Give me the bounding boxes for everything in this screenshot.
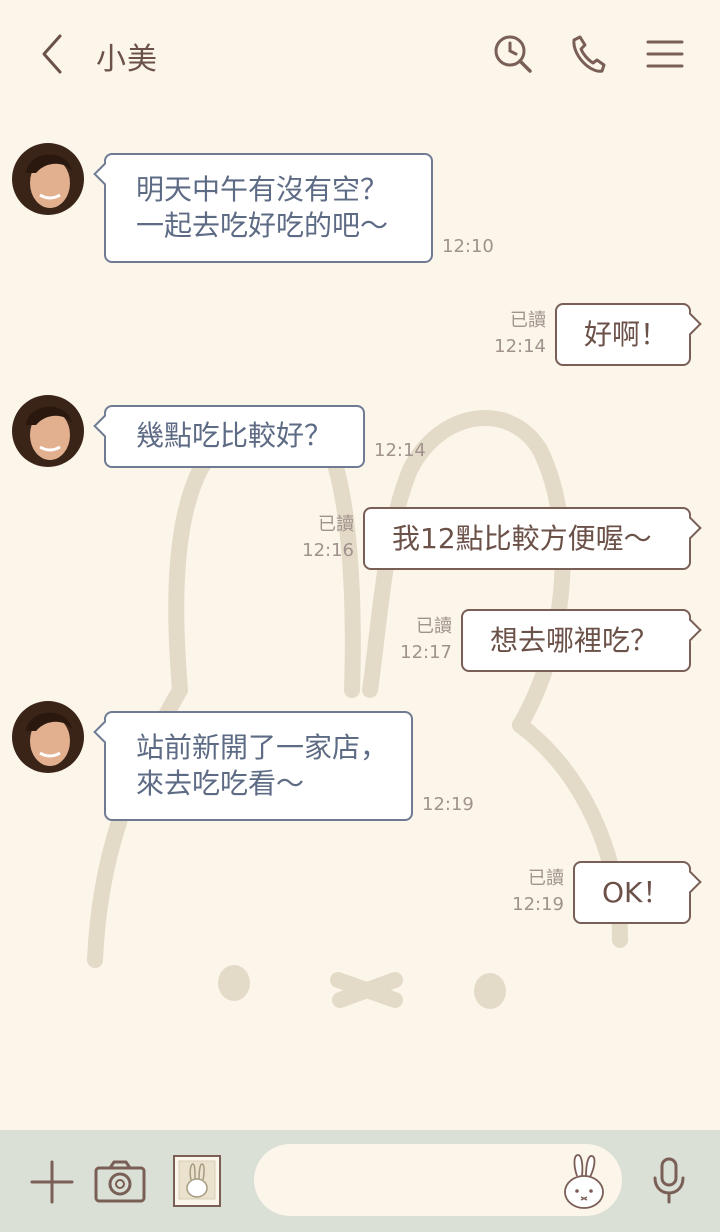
message-meta: 已讀 12:14	[490, 308, 546, 360]
message-bubble-outgoing[interactable]: 想去哪裡吃？	[461, 609, 702, 672]
message-time: 12:19	[512, 894, 564, 915]
message-text: 站前新開了一家店， 來去吃吃看〜	[136, 731, 389, 800]
message-meta: 已讀 12:16	[298, 512, 354, 564]
read-receipt: 已讀	[528, 868, 564, 889]
message-bubble-outgoing[interactable]: 我12點比較方便喔〜	[363, 507, 702, 570]
message-time: 12:17	[400, 642, 452, 663]
phone-icon[interactable]	[566, 30, 610, 78]
message-text: 明天中午有沒有空？ 一起去吃好吃的吧〜	[136, 173, 389, 242]
chat-header: 小美	[0, 0, 720, 110]
microphone-icon[interactable]	[650, 1156, 688, 1206]
message-text: 我12點比較方便喔〜	[392, 522, 652, 555]
read-receipt: 已讀	[318, 514, 354, 535]
message-text: 好啊！	[584, 318, 669, 351]
contact-avatar[interactable]	[12, 395, 84, 467]
bunny-emoji-icon[interactable]	[558, 1152, 608, 1212]
read-receipt: 已讀	[510, 310, 546, 331]
message-bubble-outgoing[interactable]: OK！	[573, 861, 702, 924]
message-time: 12:19	[422, 794, 474, 815]
search-history-icon[interactable]	[492, 30, 536, 78]
message-bubble-incoming[interactable]: 幾點吃比較好？	[93, 405, 365, 468]
message-time: 12:10	[442, 236, 494, 257]
message-input-bar	[0, 1130, 720, 1232]
message-time: 12:14	[494, 336, 546, 357]
sticker-icon[interactable]	[172, 1154, 222, 1208]
contact-avatar[interactable]	[12, 701, 84, 773]
message-bubble-outgoing[interactable]: 好啊！	[555, 303, 702, 366]
message-time: 12:16	[302, 540, 354, 561]
message-text: 想去哪裡吃？	[490, 624, 659, 657]
message-time: 12:14	[374, 440, 426, 461]
chat-title: 小美	[96, 42, 158, 77]
camera-icon[interactable]	[94, 1160, 146, 1204]
message-meta: 已讀 12:17	[396, 614, 452, 666]
read-receipt: 已讀	[416, 616, 452, 637]
back-arrow-icon[interactable]	[34, 30, 74, 78]
message-text: OK！	[602, 876, 671, 909]
plus-icon[interactable]	[30, 1160, 74, 1204]
message-bubble-incoming[interactable]: 站前新開了一家店， 來去吃吃看〜	[93, 711, 413, 821]
menu-icon[interactable]	[644, 30, 688, 78]
contact-avatar[interactable]	[12, 143, 84, 215]
message-bubble-incoming[interactable]: 明天中午有沒有空？ 一起去吃好吃的吧〜	[93, 153, 433, 263]
message-text: 幾點吃比較好？	[136, 419, 333, 452]
message-meta: 已讀 12:19	[508, 866, 564, 918]
